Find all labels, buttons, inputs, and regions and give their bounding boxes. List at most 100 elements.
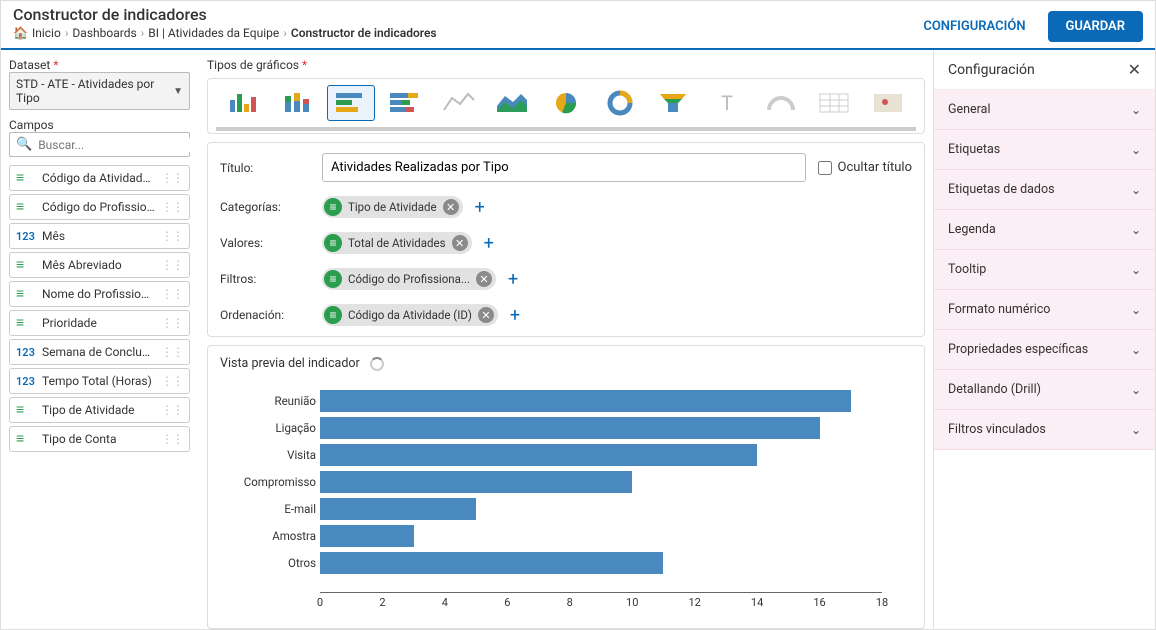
config-section[interactable]: Etiquetas⌄	[934, 130, 1155, 170]
config-section[interactable]: Propriedades específicas⌄	[934, 330, 1155, 370]
chip-order[interactable]: ≡ Código da Atividade (ID) ✕	[322, 304, 498, 326]
loading-spinner-icon	[370, 357, 384, 371]
drag-handle-icon[interactable]: ⋮⋮	[161, 205, 183, 209]
x-axis-tick: 14	[751, 596, 763, 609]
chevron-down-icon: ⌄	[1131, 103, 1141, 117]
field-item[interactable]: ≡ Nome do Profissional ⋮⋮	[9, 281, 190, 307]
close-icon[interactable]: ✕	[1128, 60, 1141, 79]
chart-type-stacked-column[interactable]	[274, 85, 322, 121]
drag-handle-icon[interactable]: ⋮⋮	[161, 408, 183, 412]
bar[interactable]	[320, 498, 476, 520]
bar[interactable]	[320, 444, 757, 466]
drag-handle-icon[interactable]: ⋮⋮	[161, 234, 183, 238]
chart-type-map[interactable]	[864, 85, 912, 121]
add-order-button[interactable]: +	[506, 305, 524, 326]
chevron-down-icon: ⌄	[1131, 263, 1141, 277]
field-item[interactable]: 123 Semana de Conclusão ⋮⋮	[9, 339, 190, 365]
chip-value[interactable]: ≡ Total de Atividades ✕	[322, 232, 472, 254]
field-type-icon: ≡	[324, 234, 342, 252]
chart-type-text[interactable]: T	[703, 85, 751, 121]
chart-type-table[interactable]	[811, 85, 859, 121]
breadcrumb-item[interactable]: BI | Atividades da Equipe	[148, 26, 279, 40]
drag-handle-icon[interactable]: ⋮⋮	[161, 292, 183, 296]
config-section[interactable]: Tooltip ⌄	[934, 250, 1155, 290]
config-section[interactable]: Legenda⌄	[934, 210, 1155, 250]
field-name: Prioridade	[42, 316, 155, 330]
chart-type-pie[interactable]	[542, 85, 590, 121]
search-input[interactable]	[38, 138, 194, 152]
hide-title-checkbox[interactable]: Ocultar título	[818, 160, 913, 175]
drag-handle-icon[interactable]: ⋮⋮	[161, 263, 183, 267]
field-name: Nome do Profissional	[42, 287, 155, 301]
chip-remove-icon[interactable]: ✕	[476, 271, 492, 287]
drag-handle-icon[interactable]: ⋮⋮	[161, 321, 183, 325]
chart-type-donut[interactable]	[596, 85, 644, 121]
chip-remove-icon[interactable]: ✕	[452, 235, 468, 251]
field-item[interactable]: ≡ Código do Profissional (... ⋮⋮	[9, 194, 190, 220]
x-axis-tick: 0	[317, 596, 323, 609]
field-item[interactable]: 123 Mês ⋮⋮	[9, 223, 190, 249]
config-section[interactable]: General ⌄	[934, 90, 1155, 130]
breadcrumb-item[interactable]: Dashboards	[72, 26, 136, 40]
field-name: Mês	[42, 229, 155, 243]
chart-type-area[interactable]	[488, 85, 536, 121]
bar-category-label: Otros	[240, 556, 316, 570]
chip-remove-icon[interactable]: ✕	[443, 199, 459, 215]
drag-handle-icon[interactable]: ⋮⋮	[161, 379, 183, 383]
bar[interactable]	[320, 390, 851, 412]
add-category-button[interactable]: +	[471, 197, 489, 218]
chart-type-bar[interactable]	[327, 85, 375, 121]
save-button[interactable]: GUARDAR	[1048, 11, 1143, 42]
chart-type-stacked-bar[interactable]	[381, 85, 429, 121]
config-section-label: Filtros vinculados	[948, 422, 1046, 437]
dataset-select[interactable]: STD - ATE - Atividades por Tipo ▼	[9, 72, 190, 110]
chip-filter[interactable]: ≡ Código do Profissiona... ✕	[322, 268, 496, 290]
text-type-icon: ≡	[16, 318, 36, 328]
chip-category[interactable]: ≡ Tipo de Atividade ✕	[322, 196, 463, 218]
bar-category-label: Compromisso	[240, 475, 316, 489]
field-name: Tempo Total (Horas)	[42, 374, 155, 388]
text-type-icon: ≡	[16, 173, 36, 183]
chevron-down-icon: ▼	[173, 86, 183, 97]
drag-handle-icon[interactable]: ⋮⋮	[161, 350, 183, 354]
drag-handle-icon[interactable]: ⋮⋮	[161, 437, 183, 441]
home-icon[interactable]: 🏠	[13, 26, 28, 40]
field-item[interactable]: ≡ Tipo de Atividade ⋮⋮	[9, 397, 190, 423]
config-section-label: Tooltip	[948, 262, 986, 277]
chip-remove-icon[interactable]: ✕	[478, 307, 494, 323]
config-section[interactable]: Formato numérico⌄	[934, 290, 1155, 330]
fields-search[interactable]: 🔍	[9, 132, 190, 157]
field-item[interactable]: ≡ Tipo de Conta ⋮⋮	[9, 426, 190, 452]
chip-label: Total de Atividades	[348, 236, 446, 250]
chart-type-column[interactable]	[220, 85, 268, 121]
config-section[interactable]: Etiquetas de dados⌄	[934, 170, 1155, 210]
add-value-button[interactable]: +	[480, 233, 498, 254]
page-title: Constructor de indicadores	[13, 5, 437, 24]
drag-handle-icon[interactable]: ⋮⋮	[161, 176, 183, 180]
config-button[interactable]: CONFIGURACIÓN	[913, 13, 1035, 40]
config-section-label: General	[948, 102, 991, 117]
chart-preview: Reunião Ligação Visita Compromisso E-mai…	[220, 371, 912, 618]
field-type-icon: ≡	[324, 306, 342, 324]
breadcrumb: 🏠 Inicio › Dashboards › BI | Atividades …	[13, 26, 437, 40]
field-item[interactable]: ≡ Mês Abreviado ⋮⋮	[9, 252, 190, 278]
chart-type-gauge[interactable]	[757, 85, 805, 121]
field-item[interactable]: ≡ Prioridade ⋮⋮	[9, 310, 190, 336]
chart-type-funnel[interactable]	[650, 85, 698, 121]
field-item[interactable]: 123 Tempo Total (Horas) ⋮⋮	[9, 368, 190, 394]
config-section[interactable]: Filtros vinculados⌄	[934, 410, 1155, 450]
chart-type-line[interactable]	[435, 85, 483, 121]
chart-title-input[interactable]	[322, 153, 806, 182]
bar[interactable]	[320, 471, 632, 493]
bar[interactable]	[320, 552, 663, 574]
bar[interactable]	[320, 525, 414, 547]
hide-title-checkbox-input[interactable]	[818, 161, 832, 175]
bar[interactable]	[320, 417, 820, 439]
add-filter-button[interactable]: +	[504, 269, 522, 290]
search-icon: 🔍	[16, 137, 32, 152]
breadcrumb-item[interactable]: Inicio	[32, 26, 61, 40]
config-section[interactable]: Detallando (Drill)⌄	[934, 370, 1155, 410]
x-axis-tick: 8	[567, 596, 573, 609]
bar-row: Otros	[320, 549, 882, 576]
field-item[interactable]: ≡ Código da Atividade (ID) ⋮⋮	[9, 165, 190, 191]
